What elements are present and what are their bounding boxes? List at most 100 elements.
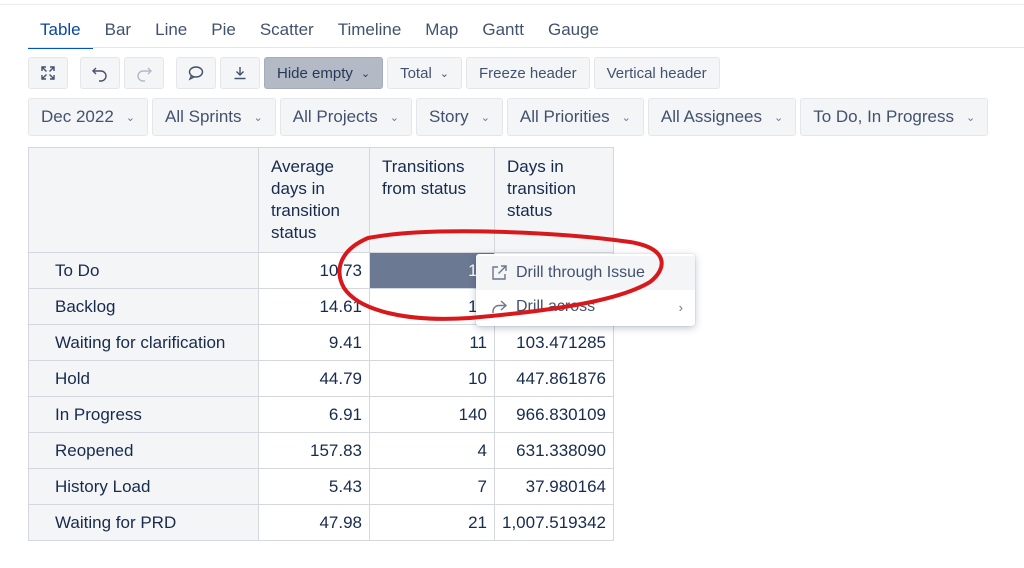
freeze-header-button[interactable]: Freeze header [466,57,590,89]
cell-days[interactable]: 37.980164 [494,468,614,505]
undo-button[interactable] [80,57,120,89]
filter-assignees[interactable]: All Assignees ⌄ [647,98,797,136]
cell-avg-days[interactable]: 14.61 [258,288,370,325]
download-button[interactable] [220,57,260,89]
undo-icon [92,67,107,82]
table-header-row: Average days in transition status Transi… [28,147,614,253]
filter-priorities[interactable]: All Priorities ⌄ [506,98,644,136]
tab-line[interactable]: Line [143,20,199,48]
row-header[interactable]: Backlog [28,288,259,325]
chevron-down-icon: ⌄ [966,111,976,124]
chevron-down-icon: ⌄ [360,67,371,80]
chevron-right-icon: › [678,299,683,315]
fullscreen-button[interactable] [28,57,68,89]
hide-empty-dropdown[interactable]: Hide empty ⌄ [264,57,384,89]
cell-days[interactable]: 631.338090 [494,432,614,469]
comment-icon [188,66,204,81]
tab-gantt[interactable]: Gantt [470,20,536,48]
cell-days[interactable]: 447.861876 [494,360,614,397]
filter-label: All Priorities [519,107,610,126]
filter-sprints[interactable]: All Sprints ⌄ [152,98,276,136]
cell-avg-days[interactable]: 6.91 [258,396,370,433]
total-dropdown[interactable]: Total ⌄ [387,57,462,89]
filter-label: All Sprints [165,107,242,126]
menu-item-label: Drill through Issue [516,264,645,281]
tab-map[interactable]: Map [413,20,470,48]
vertical-header-button[interactable]: Vertical header [593,57,720,89]
cell-days[interactable]: 966.830109 [494,396,614,433]
filter-label: All Assignees [660,107,762,126]
cell-transitions[interactable]: 10 [369,360,495,397]
tab-timeline[interactable]: Timeline [326,20,414,48]
filter-period[interactable]: Dec 2022 ⌄ [28,98,148,136]
cell-transitions[interactable]: 21 [369,504,495,541]
row-header[interactable]: Reopened [28,432,259,469]
cell-days[interactable]: 1,007.519342 [494,504,614,541]
chevron-down-icon: ⌄ [774,111,784,124]
fullscreen-icon [41,66,55,80]
cell-context-menu: Drill through Issue Drill across › [476,254,695,326]
report-toolbar: Hide empty ⌄ Total ⌄ Freeze header Verti… [28,57,720,89]
cell-avg-days[interactable]: 5.43 [258,468,370,505]
total-label: Total [400,64,432,82]
column-header-transitions[interactable]: Transitions from status [369,147,495,253]
menu-item-drill-across[interactable]: Drill across › [476,290,695,324]
comment-button[interactable] [176,57,216,89]
row-header[interactable]: History Load [28,468,259,505]
cell-transitions[interactable]: 4 [369,432,495,469]
chevron-down-icon: ⌄ [125,111,135,124]
top-divider [0,4,1024,5]
cell-avg-days[interactable]: 9.41 [258,324,370,361]
table-row: Waiting for PRD 47.98 21 1,007.519342 [28,504,614,541]
filter-status[interactable]: To Do, In Progress ⌄ [800,98,989,136]
table-row: Reopened 157.83 4 631.338090 [28,432,614,469]
external-link-icon [492,265,507,280]
hide-empty-label: Hide empty [277,64,353,82]
cell-transitions[interactable]: 7 [369,468,495,505]
cell-avg-days[interactable]: 10.73 [258,252,370,289]
cell-avg-days[interactable]: 157.83 [258,432,370,469]
chevron-down-icon: ⌄ [621,111,631,124]
chevron-down-icon: ⌄ [389,111,399,124]
tab-bar[interactable]: Bar [93,20,143,48]
table-row: Waiting for clarification 9.41 11 103.47… [28,324,614,361]
share-arrow-icon [492,300,508,313]
row-header[interactable]: To Do [28,252,259,289]
filter-label: Story [429,107,469,126]
column-header-avg-days[interactable]: Average days in transition status [258,147,370,253]
tab-pie[interactable]: Pie [199,20,248,48]
filter-issue-type[interactable]: Story ⌄ [416,98,503,136]
cell-days[interactable]: 103.471285 [494,324,614,361]
row-header[interactable]: In Progress [28,396,259,433]
chevron-down-icon: ⌄ [253,111,263,124]
chevron-down-icon: ⌄ [480,111,490,124]
menu-item-drill-through-issue[interactable]: Drill through Issue [476,256,695,290]
row-header[interactable]: Waiting for PRD [28,504,259,541]
filter-bar: Dec 2022 ⌄ All Sprints ⌄ All Projects ⌄ Sto… [28,98,989,136]
filter-label: Dec 2022 [41,107,114,126]
cell-avg-days[interactable]: 44.79 [258,360,370,397]
report-table: Average days in transition status Transi… [28,147,614,541]
cell-transitions[interactable]: 140 [369,396,495,433]
chart-type-tabs: Table Bar Line Pie Scatter Timeline Map … [28,14,611,49]
table-row: History Load 5.43 7 37.980164 [28,468,614,505]
cell-avg-days[interactable]: 47.98 [258,504,370,541]
table-row: In Progress 6.91 140 966.830109 [28,396,614,433]
table-row: Hold 44.79 10 447.861876 [28,360,614,397]
tab-scatter[interactable]: Scatter [248,20,326,48]
tab-table[interactable]: Table [28,20,93,49]
chevron-down-icon: ⌄ [439,67,449,80]
filter-label: To Do, In Progress [813,107,954,126]
tabs-divider [28,47,1024,48]
row-header[interactable]: Waiting for clarification [28,324,259,361]
row-header[interactable]: Hold [28,360,259,397]
download-icon [234,67,246,80]
column-header-days[interactable]: Days in transition status [494,147,614,253]
filter-projects[interactable]: All Projects ⌄ [279,98,412,136]
cell-transitions[interactable]: 11 [369,324,495,361]
table-corner-cell [28,147,259,253]
redo-button[interactable] [124,57,164,89]
redo-icon [137,67,152,82]
filter-label: All Projects [292,107,378,126]
tab-gauge[interactable]: Gauge [536,20,611,48]
